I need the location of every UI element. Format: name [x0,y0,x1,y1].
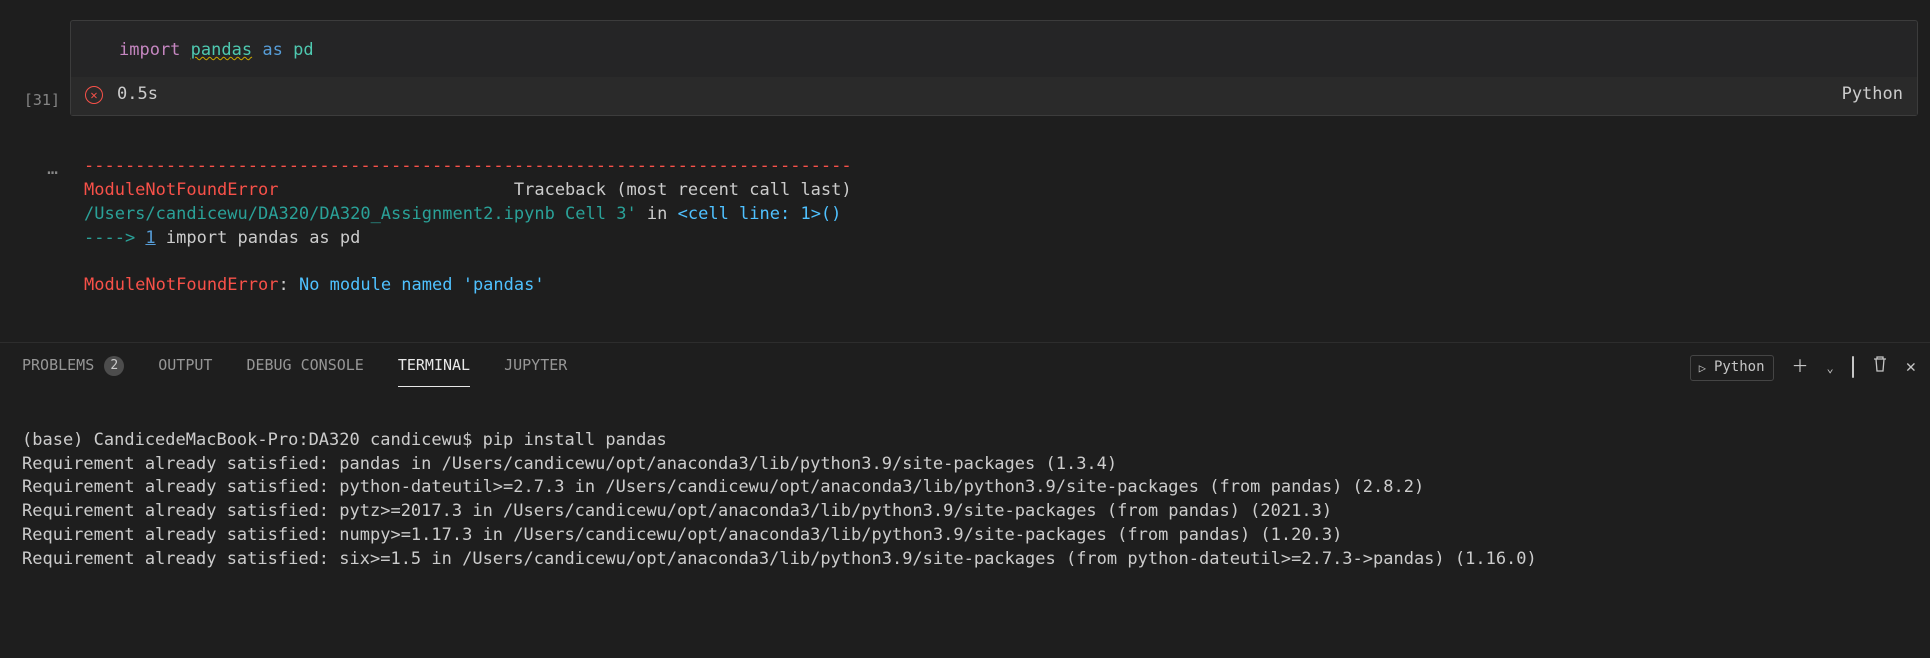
cell-column: import pandas as pd ✕ 0.5s Python ------… [70,0,1930,336]
error-icon: ✕ [85,86,103,104]
kernel-label[interactable]: Python [1842,83,1903,107]
bottom-panel: PROBLEMS 2 OUTPUT DEBUG CONSOLE TERMINAL… [0,342,1930,595]
terminal-profile-label: Python [1714,358,1765,378]
trace-arrow: ----> [84,228,145,248]
status-left: ✕ 0.5s [85,83,158,107]
terminal-line: Requirement already satisfied: python-da… [22,477,1424,497]
tab-problems[interactable]: PROBLEMS 2 [22,349,124,386]
tab-terminal-label: TERMINAL [398,355,470,376]
terminal-line: (base) CandicedeMacBook-Pro:DA320 candic… [22,430,667,450]
tab-jupyter-label: JUPYTER [504,355,567,376]
panel-tabs: PROBLEMS 2 OUTPUT DEBUG CONSOLE TERMINAL… [0,343,1930,387]
execution-duration: 0.5s [117,83,158,107]
split-terminal-icon[interactable] [1852,356,1854,380]
terminal-output[interactable]: (base) CandicedeMacBook-Pro:DA320 candic… [0,387,1930,595]
cell-collapse-icon[interactable]: … [0,156,60,181]
keyword-as: as [262,40,282,60]
cell-output-traceback[interactable]: ----------------------------------------… [70,130,1918,326]
trace-code-echo: import pandas as pd [156,228,361,248]
trace-separator: ----------------------------------------… [84,156,852,176]
notebook-editor: [31] … import pandas as pd ✕ 0.5s Python [0,0,1930,336]
tab-debug-console[interactable]: DEBUG CONSOLE [246,349,363,386]
terminal-dropdown-icon[interactable]: ⌄ [1827,360,1834,377]
terminal-profile-icon: ▷ [1699,360,1706,377]
tab-jupyter[interactable]: JUPYTER [504,349,567,386]
trace-location: <cell line: 1>() [678,204,842,224]
terminal-line: Requirement already satisfied: six>=1.5 … [22,549,1537,569]
terminal-line: Requirement already satisfied: numpy>=1.… [22,525,1342,545]
alias-name: pd [293,40,313,60]
execution-count: [31] [0,90,60,111]
trace-header-text: Traceback (most recent call last) [514,180,852,200]
close-panel-icon[interactable]: ✕ [1906,356,1916,380]
new-terminal-icon[interactable]: ＋ [1792,356,1809,380]
kill-terminal-icon[interactable] [1872,355,1888,381]
terminal-line: Requirement already satisfied: pandas in… [22,454,1117,474]
terminal-launch-profile[interactable]: ▷ Python [1690,355,1774,381]
trace-final-sep: : [278,275,298,295]
tab-debug-label: DEBUG CONSOLE [246,355,363,376]
trace-in: in [637,204,678,224]
code-cell[interactable]: import pandas as pd ✕ 0.5s Python [70,20,1918,116]
trace-error-name: ModuleNotFoundError [84,180,278,200]
trace-final-error-msg: No module named 'pandas' [299,275,545,295]
code-line[interactable]: import pandas as pd [71,39,1917,77]
trace-header-right [278,180,513,200]
problems-count-badge: 2 [104,356,124,376]
tab-output-label: OUTPUT [158,355,212,376]
trace-file-path: /Users/candicewu/DA320/DA320_Assignment2… [84,204,637,224]
tab-terminal[interactable]: TERMINAL [398,349,470,387]
cell-status-bar: ✕ 0.5s Python [71,77,1917,115]
terminal-line: Requirement already satisfied: pytz>=201… [22,501,1332,521]
trace-lineno[interactable]: 1 [145,228,155,248]
panel-tabs-list: PROBLEMS 2 OUTPUT DEBUG CONSOLE TERMINAL… [22,349,567,387]
panel-actions: ▷ Python ＋ ⌄ ✕ [1690,355,1916,381]
tab-output[interactable]: OUTPUT [158,349,212,386]
cell-gutter: [31] … [0,0,70,336]
tab-problems-label: PROBLEMS [22,355,94,376]
module-name: pandas [191,40,252,60]
trace-final-error-name: ModuleNotFoundError [84,275,278,295]
keyword-import: import [119,40,180,60]
